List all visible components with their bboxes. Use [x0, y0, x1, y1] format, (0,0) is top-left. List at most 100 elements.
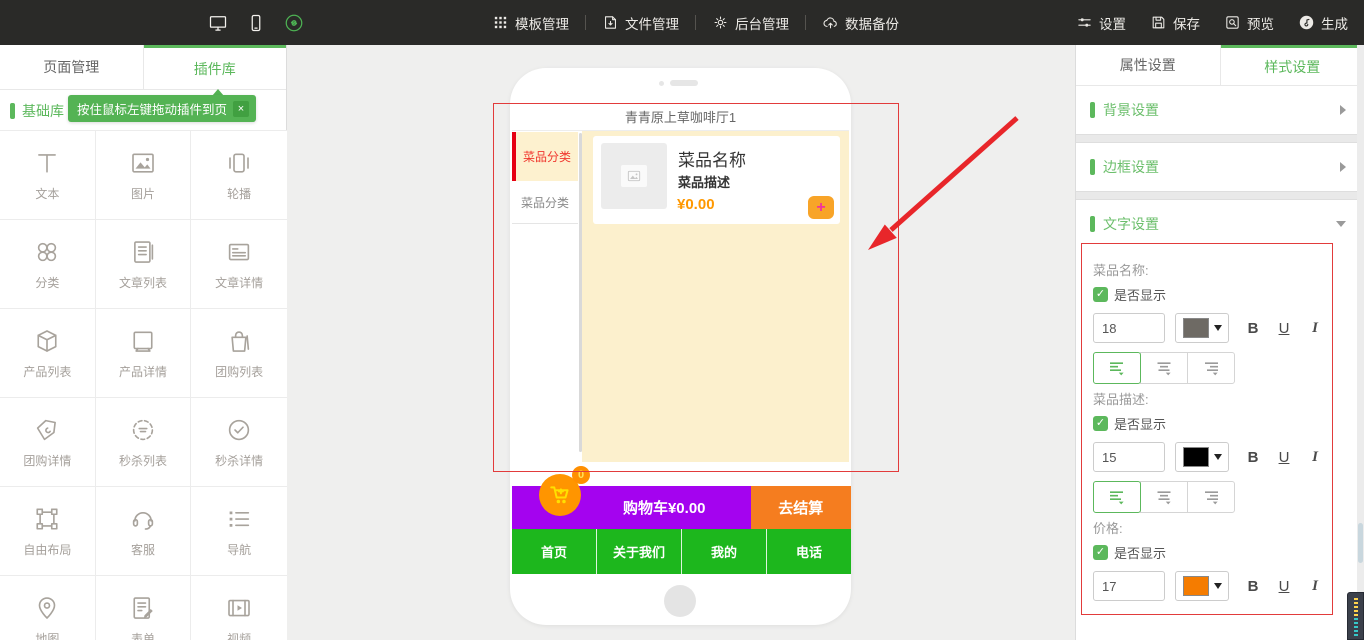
toolbar-template-manage-button[interactable]: 模板管理 — [492, 13, 569, 33]
show-toggle-dish-name[interactable]: ✓ 是否显示 — [1093, 283, 1364, 305]
desktop-icon[interactable] — [208, 13, 228, 33]
widget-text-label: 文本 — [35, 185, 59, 202]
format-underline-button[interactable]: U — [1276, 320, 1292, 337]
checkbox-checked-icon[interactable]: ✓ — [1093, 416, 1108, 431]
section-text-settings[interactable]: 文字设置 — [1076, 200, 1364, 248]
widget-carousel[interactable]: 轮播 — [191, 131, 287, 220]
tab-page-manage[interactable]: 页面管理 — [0, 45, 144, 89]
widget-product-list[interactable]: 产品列表 — [0, 309, 96, 398]
image-icon — [128, 148, 158, 178]
format-bold-button[interactable]: B — [1245, 449, 1261, 466]
widget-article-list[interactable]: 文章列表 — [96, 220, 192, 309]
phone-nav-phone[interactable]: 电话 — [766, 529, 851, 574]
phone-nav-mine[interactable]: 我的 — [681, 529, 766, 574]
align-right-button[interactable] — [1187, 481, 1235, 513]
category-scrollbar[interactable] — [579, 133, 582, 452]
color-swatch — [1183, 576, 1209, 596]
align-group-dish-desc — [1093, 481, 1364, 513]
checkout-button[interactable]: 去结算 — [751, 486, 852, 529]
format-italic-button[interactable]: I — [1307, 449, 1323, 466]
toolbar-save-label: 保存 — [1173, 13, 1200, 33]
widget-image[interactable]: 图片 — [96, 131, 192, 220]
tab-property-settings[interactable]: 属性设置 — [1076, 45, 1221, 85]
tab-plugin-library[interactable]: 插件库 — [144, 45, 287, 89]
dish-name: 菜品名称 — [678, 146, 746, 171]
dish-content-area[interactable]: 菜品名称 菜品描述 ¥0.00 + — [582, 131, 849, 462]
font-size-input-price[interactable] — [1093, 571, 1165, 601]
widget-category[interactable]: 分类 — [0, 220, 96, 309]
widget-product-detail[interactable]: 产品详情 — [96, 309, 192, 398]
cloud-upload-icon — [822, 14, 839, 31]
widget-customer-service[interactable]: 客服 — [96, 487, 192, 576]
show-toggle-dish-desc[interactable]: ✓ 是否显示 — [1093, 412, 1364, 434]
widget-map[interactable]: 地图 — [0, 576, 96, 640]
phone-nav-about[interactable]: 关于我们 — [596, 529, 681, 574]
checkbox-checked-icon[interactable]: ✓ — [1093, 287, 1108, 302]
widget-customer-service-label: 客服 — [131, 541, 155, 558]
align-center-button[interactable] — [1140, 481, 1188, 513]
toolbar-generate-button[interactable]: 生成 — [1298, 13, 1348, 33]
toolbar-preview-button[interactable]: 预览 — [1224, 13, 1274, 33]
format-buttons: BUI — [1245, 449, 1323, 466]
toolbar-settings-button[interactable]: 设置 — [1076, 13, 1126, 33]
widget-free-layout[interactable]: 自由布局 — [0, 487, 96, 576]
align-left-button[interactable] — [1093, 352, 1141, 384]
section-divider — [1076, 134, 1364, 143]
dish-card[interactable]: 菜品名称 菜品描述 ¥0.00 + — [593, 136, 840, 224]
color-select-dish-desc[interactable] — [1175, 442, 1229, 472]
widget-navigation[interactable]: 导航 — [191, 487, 287, 576]
color-select-price[interactable] — [1175, 571, 1229, 601]
tab-style-settings[interactable]: 样式设置 — [1221, 45, 1364, 85]
link-icon[interactable] — [284, 13, 304, 33]
color-select-dish-name[interactable] — [1175, 313, 1229, 343]
category-sidebar: 菜品分类菜品分类 — [512, 131, 578, 462]
font-size-input-dish-name[interactable] — [1093, 313, 1165, 343]
add-dish-button[interactable]: + — [808, 196, 834, 219]
toolbar-separator — [585, 15, 586, 30]
toolbar-backend-manage-button[interactable]: 后台管理 — [712, 13, 789, 33]
phone-bottom-nav: 首页关于我们我的电话 — [512, 529, 851, 574]
category-tab-2[interactable]: 菜品分类 — [512, 181, 578, 224]
mobile-icon[interactable] — [246, 13, 266, 33]
section-background-settings[interactable]: 背景设置 — [1076, 86, 1364, 134]
app-window: 模板管理文件管理后台管理数据备份 设置保存预览生成 页面管理 插件库 基础库 文… — [0, 0, 1364, 640]
format-underline-button[interactable]: U — [1276, 578, 1292, 595]
font-size-input-dish-desc[interactable] — [1093, 442, 1165, 472]
align-center-button[interactable] — [1140, 352, 1188, 384]
checkbox-checked-icon[interactable]: ✓ — [1093, 545, 1108, 560]
phone-nav-home[interactable]: 首页 — [512, 529, 596, 574]
phone-home-button[interactable] — [664, 585, 696, 617]
section-divider — [1076, 191, 1364, 200]
sliders-icon — [1076, 14, 1093, 31]
align-right-button[interactable] — [1187, 352, 1235, 384]
widget-form-label: 表单 — [131, 630, 155, 640]
widget-groupbuy-list[interactable]: 团购列表 — [191, 309, 287, 398]
toolbar-file-manage-button[interactable]: 文件管理 — [602, 13, 679, 33]
widget-groupbuy-detail[interactable]: 团购详情 — [0, 398, 96, 487]
show-toggle-price[interactable]: ✓ 是否显示 — [1093, 541, 1364, 563]
widget-seckill-detail[interactable]: 秒杀详情 — [191, 398, 287, 487]
nav-icon — [224, 504, 254, 534]
widget-form[interactable]: 表单 — [96, 576, 192, 640]
widget-groupbuy-list-label: 团购列表 — [215, 363, 263, 380]
format-italic-button[interactable]: I — [1307, 320, 1323, 337]
widget-seckill-list[interactable]: 秒杀列表 — [96, 398, 192, 487]
toolbar-save-button[interactable]: 保存 — [1150, 13, 1200, 33]
tooltip-close-button[interactable]: × — [233, 101, 249, 117]
align-left-button[interactable] — [1093, 481, 1141, 513]
category-tab-1[interactable]: 菜品分类 — [512, 132, 578, 181]
format-underline-button[interactable]: U — [1276, 449, 1292, 466]
section-border-settings[interactable]: 边框设置 — [1076, 143, 1364, 191]
widget-video[interactable]: 视频 — [191, 576, 287, 640]
widget-article-detail[interactable]: 文章详情 — [191, 220, 287, 309]
carousel-icon — [224, 148, 254, 178]
toolbar-data-backup-button[interactable]: 数据备份 — [822, 13, 899, 33]
widget-text[interactable]: 文本 — [0, 131, 96, 220]
toolbar-preview-label: 预览 — [1247, 13, 1274, 33]
format-italic-button[interactable]: I — [1307, 578, 1323, 595]
format-bold-button[interactable]: B — [1245, 320, 1261, 337]
text-setting-group-dish-name: 菜品名称: ✓ 是否显示 BUI — [1093, 263, 1364, 384]
format-bold-button[interactable]: B — [1245, 578, 1261, 595]
groupbuy-detail-icon — [32, 415, 62, 445]
window-scrollbar-thumb[interactable] — [1358, 523, 1363, 563]
